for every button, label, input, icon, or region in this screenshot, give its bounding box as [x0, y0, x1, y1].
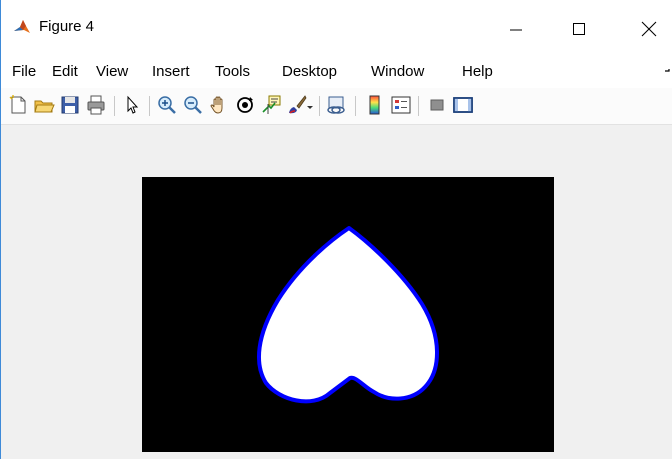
close-icon [641, 21, 657, 37]
new-figure-icon [9, 95, 26, 114]
select-pointer-icon [127, 95, 139, 114]
zoom-in-button[interactable] [156, 94, 178, 116]
rotate-3d-button[interactable] [234, 94, 256, 116]
zoom-in-icon [158, 96, 176, 114]
colorbar-icon [369, 95, 380, 115]
title-bar: Figure 4 [1, 0, 672, 56]
toolbar-separator [319, 96, 320, 116]
link-plot-icon [327, 96, 345, 114]
menu-edit[interactable]: Edit [52, 63, 78, 80]
figure-toolbar [1, 88, 672, 125]
save-icon [61, 96, 79, 114]
minimize-icon [510, 29, 522, 31]
menu-insert[interactable]: Insert [152, 63, 190, 80]
save-button[interactable] [59, 94, 81, 116]
menu-desktop[interactable]: Desktop [282, 63, 337, 80]
legend-icon [391, 96, 411, 114]
print-button[interactable] [85, 94, 107, 116]
menu-file[interactable]: File [12, 63, 36, 80]
open-file-button[interactable] [33, 94, 55, 116]
link-plot-button[interactable] [326, 94, 348, 116]
menu-overflow-arrow-icon[interactable] [663, 64, 672, 80]
colorbar-button[interactable] [364, 94, 386, 116]
data-cursor-button[interactable] [260, 94, 282, 116]
hide-plot-tools-icon [430, 99, 444, 111]
zoom-out-icon [184, 96, 202, 114]
open-file-icon [34, 100, 55, 113]
show-plot-tools-button[interactable] [452, 94, 474, 116]
image-plot [142, 177, 554, 452]
toolbar-separator [418, 96, 419, 116]
image-axes[interactable] [142, 177, 554, 452]
close-button[interactable] [626, 10, 672, 48]
menu-window[interactable]: Window [371, 63, 424, 80]
maximize-icon [573, 23, 585, 35]
minimize-button[interactable] [493, 10, 539, 48]
data-cursor-icon [262, 95, 281, 114]
select-pointer-button[interactable] [122, 94, 144, 116]
rotate-3d-icon [237, 97, 253, 113]
legend-button[interactable] [390, 94, 412, 116]
show-plot-tools-icon [453, 97, 473, 113]
matlab-logo-icon [13, 18, 31, 36]
pan-hand-icon [210, 96, 223, 114]
window-title: Figure 4 [39, 18, 95, 35]
pan-button[interactable] [208, 94, 230, 116]
hide-plot-tools-button[interactable] [426, 94, 448, 116]
menu-tools[interactable]: Tools [215, 63, 250, 80]
maximize-button[interactable] [556, 10, 602, 48]
figure-window: Figure 4 File Edit View Insert Tools Des… [0, 0, 672, 459]
toolbar-separator [355, 96, 356, 116]
print-icon [87, 95, 105, 115]
zoom-out-button[interactable] [182, 94, 204, 116]
brush-dropdown-button[interactable] [305, 94, 315, 116]
toolbar-separator [114, 96, 115, 116]
new-figure-button[interactable] [7, 94, 29, 116]
menu-view[interactable]: View [96, 63, 128, 80]
dropdown-arrow-icon [307, 106, 313, 109]
menu-bar: File Edit View Insert Tools Desktop Wind… [1, 56, 672, 88]
menu-help[interactable]: Help [462, 63, 493, 80]
toolbar-separator [149, 96, 150, 116]
